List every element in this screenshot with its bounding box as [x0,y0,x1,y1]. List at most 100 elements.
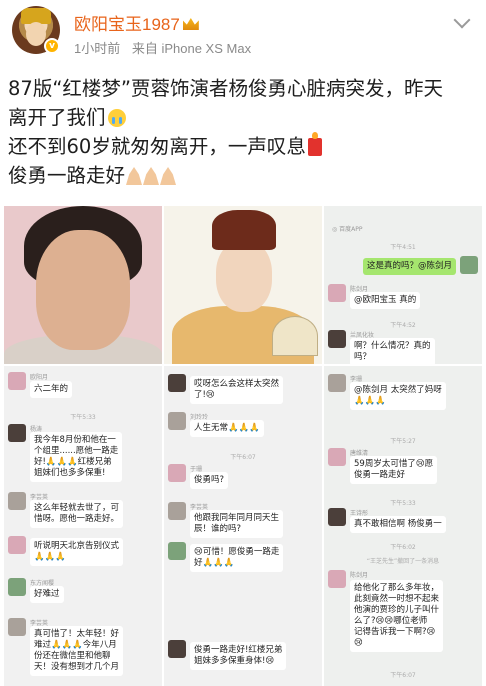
chat-text: 辰！谁的吗? [194,524,242,534]
post-body: 87版“红楼梦”贾蓉饰演者杨俊勇心脏病突发，昨天 离开了我们 还不到60岁就匆匆… [8,74,480,190]
app-label: ◎ 百度APP [332,226,363,233]
chat-bubble: 好难过 [30,586,64,603]
chat-time: 下午4:51 [390,244,416,251]
chat-time: 下午4:52 [390,322,416,329]
post-meta: 1小时前 来自 iPhone XS Max [74,38,251,57]
chat-bubble: 啊？什么情况？真的 吗？ [350,338,435,364]
post-source: 来自 iPhone XS Max [131,41,252,56]
avatar [168,640,186,658]
chat-screenshot: 欧阳月 六二年的 下午5:33 杨涛 我今年8月份和他在一 个组里......愿他… [4,366,162,686]
chat-text: 俊勇一路走好 [354,470,406,480]
chat-nickname: 陈剑月 [350,572,369,579]
avatar [8,618,26,636]
avatar [168,374,186,392]
grid-image-chat-4[interactable]: 李珊 @陈剑月 太突然了妈呀 🙏🙏🙏 下午5:27 唐维清 59周岁太可惜了😢愿俊… [324,366,482,686]
avatar [168,464,186,482]
chat-text: 俊勇一路走好!红楼兄弟 [194,645,283,655]
avatar [8,492,26,510]
chat-bubble: 他跟我同年同月同天生 辰！谁的吗? [190,510,284,538]
post-line-2: 离开了我们 [8,103,480,132]
portrait-hat [212,210,276,250]
chat-text: 😢 [354,638,363,648]
post-line-1-text: 87版“红楼梦”贾蓉饰演者杨俊勇心脏病突发，昨天 [8,77,444,100]
chat-bubble: 😢可惜！愿俊勇一路走 好🙏🙏🙏 [190,544,284,572]
post-line-4-text: 俊勇一路走好 [8,164,126,187]
grid-image-portrait-modern[interactable] [4,206,162,364]
post-line-1: 87版“红楼梦”贾蓉饰演者杨俊勇心脏病突发，昨天 [8,74,480,103]
avatar [8,536,26,554]
grid-image-portrait-costume[interactable] [164,206,322,364]
avatar [460,256,478,274]
post-header: v 欧阳宝玉1987 1小时前 来自 iPhone XS Max [0,0,486,62]
portrait-fan [272,316,318,356]
avatar [328,284,346,302]
chat-text: 此刻竟然一时想不起来 [354,594,440,604]
chat-text: 姐妹多多保重身体!😢 [194,656,275,666]
chat-text: 我今年8月份和他在一 [34,435,116,445]
chat-text: 哎呀怎么会这样太突然 [194,379,280,389]
chat-bubble: 六二年的 [30,381,73,398]
chat-bubble: 真可惜了！太年轻！好 难过🙏🙏🙏今年八月 份还在微信里和他聊 天！没有想到才几个月 [30,626,124,676]
candle-emoji [307,132,322,156]
crown-icon [182,18,199,30]
avatar [328,508,346,526]
chat-text: 🙏🙏🙏 [354,396,386,406]
chat-time: 下午5:33 [70,414,96,421]
username-link[interactable]: 欧阳宝玉1987 [74,10,199,35]
praying-hands-emoji [160,167,177,185]
avatar [8,424,26,442]
image-grid: ◎ 百度APP 下午4:51 这是真的吗？@陈剑月 陈剑月 @欧阳宝玉 真的 下… [4,206,482,686]
grid-image-chat-1[interactable]: ◎ 百度APP 下午4:51 这是真的吗？@陈剑月 陈剑月 @欧阳宝玉 真的 下… [324,206,482,364]
chat-text: 么了?😢😢哪位老师 [354,616,428,626]
avatar [328,570,346,588]
chat-bubble: 这么年轻就去世了，可 惜呀。愿他一路走好。 [30,500,124,528]
chat-text: 😢可惜！愿俊勇一路走 [194,547,280,557]
chat-text: 这么年轻就去世了，可 [34,503,120,513]
post-line-3-text: 还不到60岁就匆匆离开，一声叹息 [8,135,306,158]
chat-text: 给他化了那么多年妆， [354,583,440,593]
chat-text: 个组里......愿他一路走 [34,446,119,456]
chat-text: 他演的贾珍的儿子叫什 [354,605,440,615]
chat-nickname: 欧阳月 [30,374,49,381]
chat-bubble: @陈剑月 太突然了妈呀 🙏🙏🙏 [350,382,446,410]
chat-time: 下午5:27 [390,438,416,445]
username-text: 欧阳宝玉1987 [74,15,180,34]
post-line-2-text: 离开了我们 [8,106,106,129]
verified-badge-icon: v [44,38,60,54]
avatar [168,502,186,520]
chat-text: 他跟我同年同月同天生 [194,513,280,523]
chat-bubble: 我今年8月份和他在一 个组里......愿他一路走 好!🙏🙏🙏红楼兄弟 姐妹们也多多保… [30,432,123,482]
chevron-down-icon[interactable] [453,11,471,29]
chat-text: 难过🙏🙏🙏今年八月 [34,640,117,650]
avatar [168,542,186,560]
chat-text: 好!🙏🙏🙏红楼兄弟 [34,457,112,467]
chat-bubble: 俊勇吗? [190,472,229,489]
avatar [328,448,346,466]
chat-screenshot: ◎ 百度APP 下午4:51 这是真的吗？@陈剑月 陈剑月 @欧阳宝玉 真的 下… [324,206,482,364]
chat-text: 吗？ [354,352,372,362]
chat-text: 记得告诉我一下啊?😢 [354,627,436,637]
portrait-face [216,240,272,312]
praying-hands-emoji [126,167,143,185]
avatar [8,372,26,390]
avatar [168,412,186,430]
chat-text: 59周岁太可惜了😢愿 [354,459,434,469]
chat-bubble: 听说明天北京告别仪式 🙏🙏🙏 [30,538,124,566]
chat-bubble: 哎呀怎么会这样太突然 了!😢 [190,376,284,404]
chat-text: 啊？什么情况？真的 [354,341,431,351]
chat-text: 🙏🙏🙏 [34,552,66,562]
chat-text: 听说明天北京告别仪式 [34,541,120,551]
chat-bubble: 59周岁太可惜了😢愿 俊勇一路走好 [350,456,438,484]
avatar [8,578,26,596]
grid-image-chat-3[interactable]: 哎呀怎么会这样太突然 了!😢 刘玲玲 人生无常🙏🙏🙏 下午6:07 于珊 俊勇吗?… [164,366,322,686]
crying-face-emoji [107,109,126,127]
chat-text: 了!😢 [194,390,215,400]
chat-text: 惜呀。愿他一路走好。 [34,514,120,524]
chat-time: 下午6:07 [230,454,256,461]
chat-text: 好🙏🙏🙏 [194,558,235,568]
chat-bubble: @欧阳宝玉 真的 [350,292,421,309]
grid-image-chat-2[interactable]: 欧阳月 六二年的 下午5:33 杨涛 我今年8月份和他在一 个组里......愿他… [4,366,162,686]
chat-bubble: 给他化了那么多年妆， 此刻竟然一时想不起来 他演的贾珍的儿子叫什 么了?😢😢哪位老师记… [350,580,444,652]
chat-time: 下午6:02 [390,544,416,551]
avatar-face [26,22,46,46]
